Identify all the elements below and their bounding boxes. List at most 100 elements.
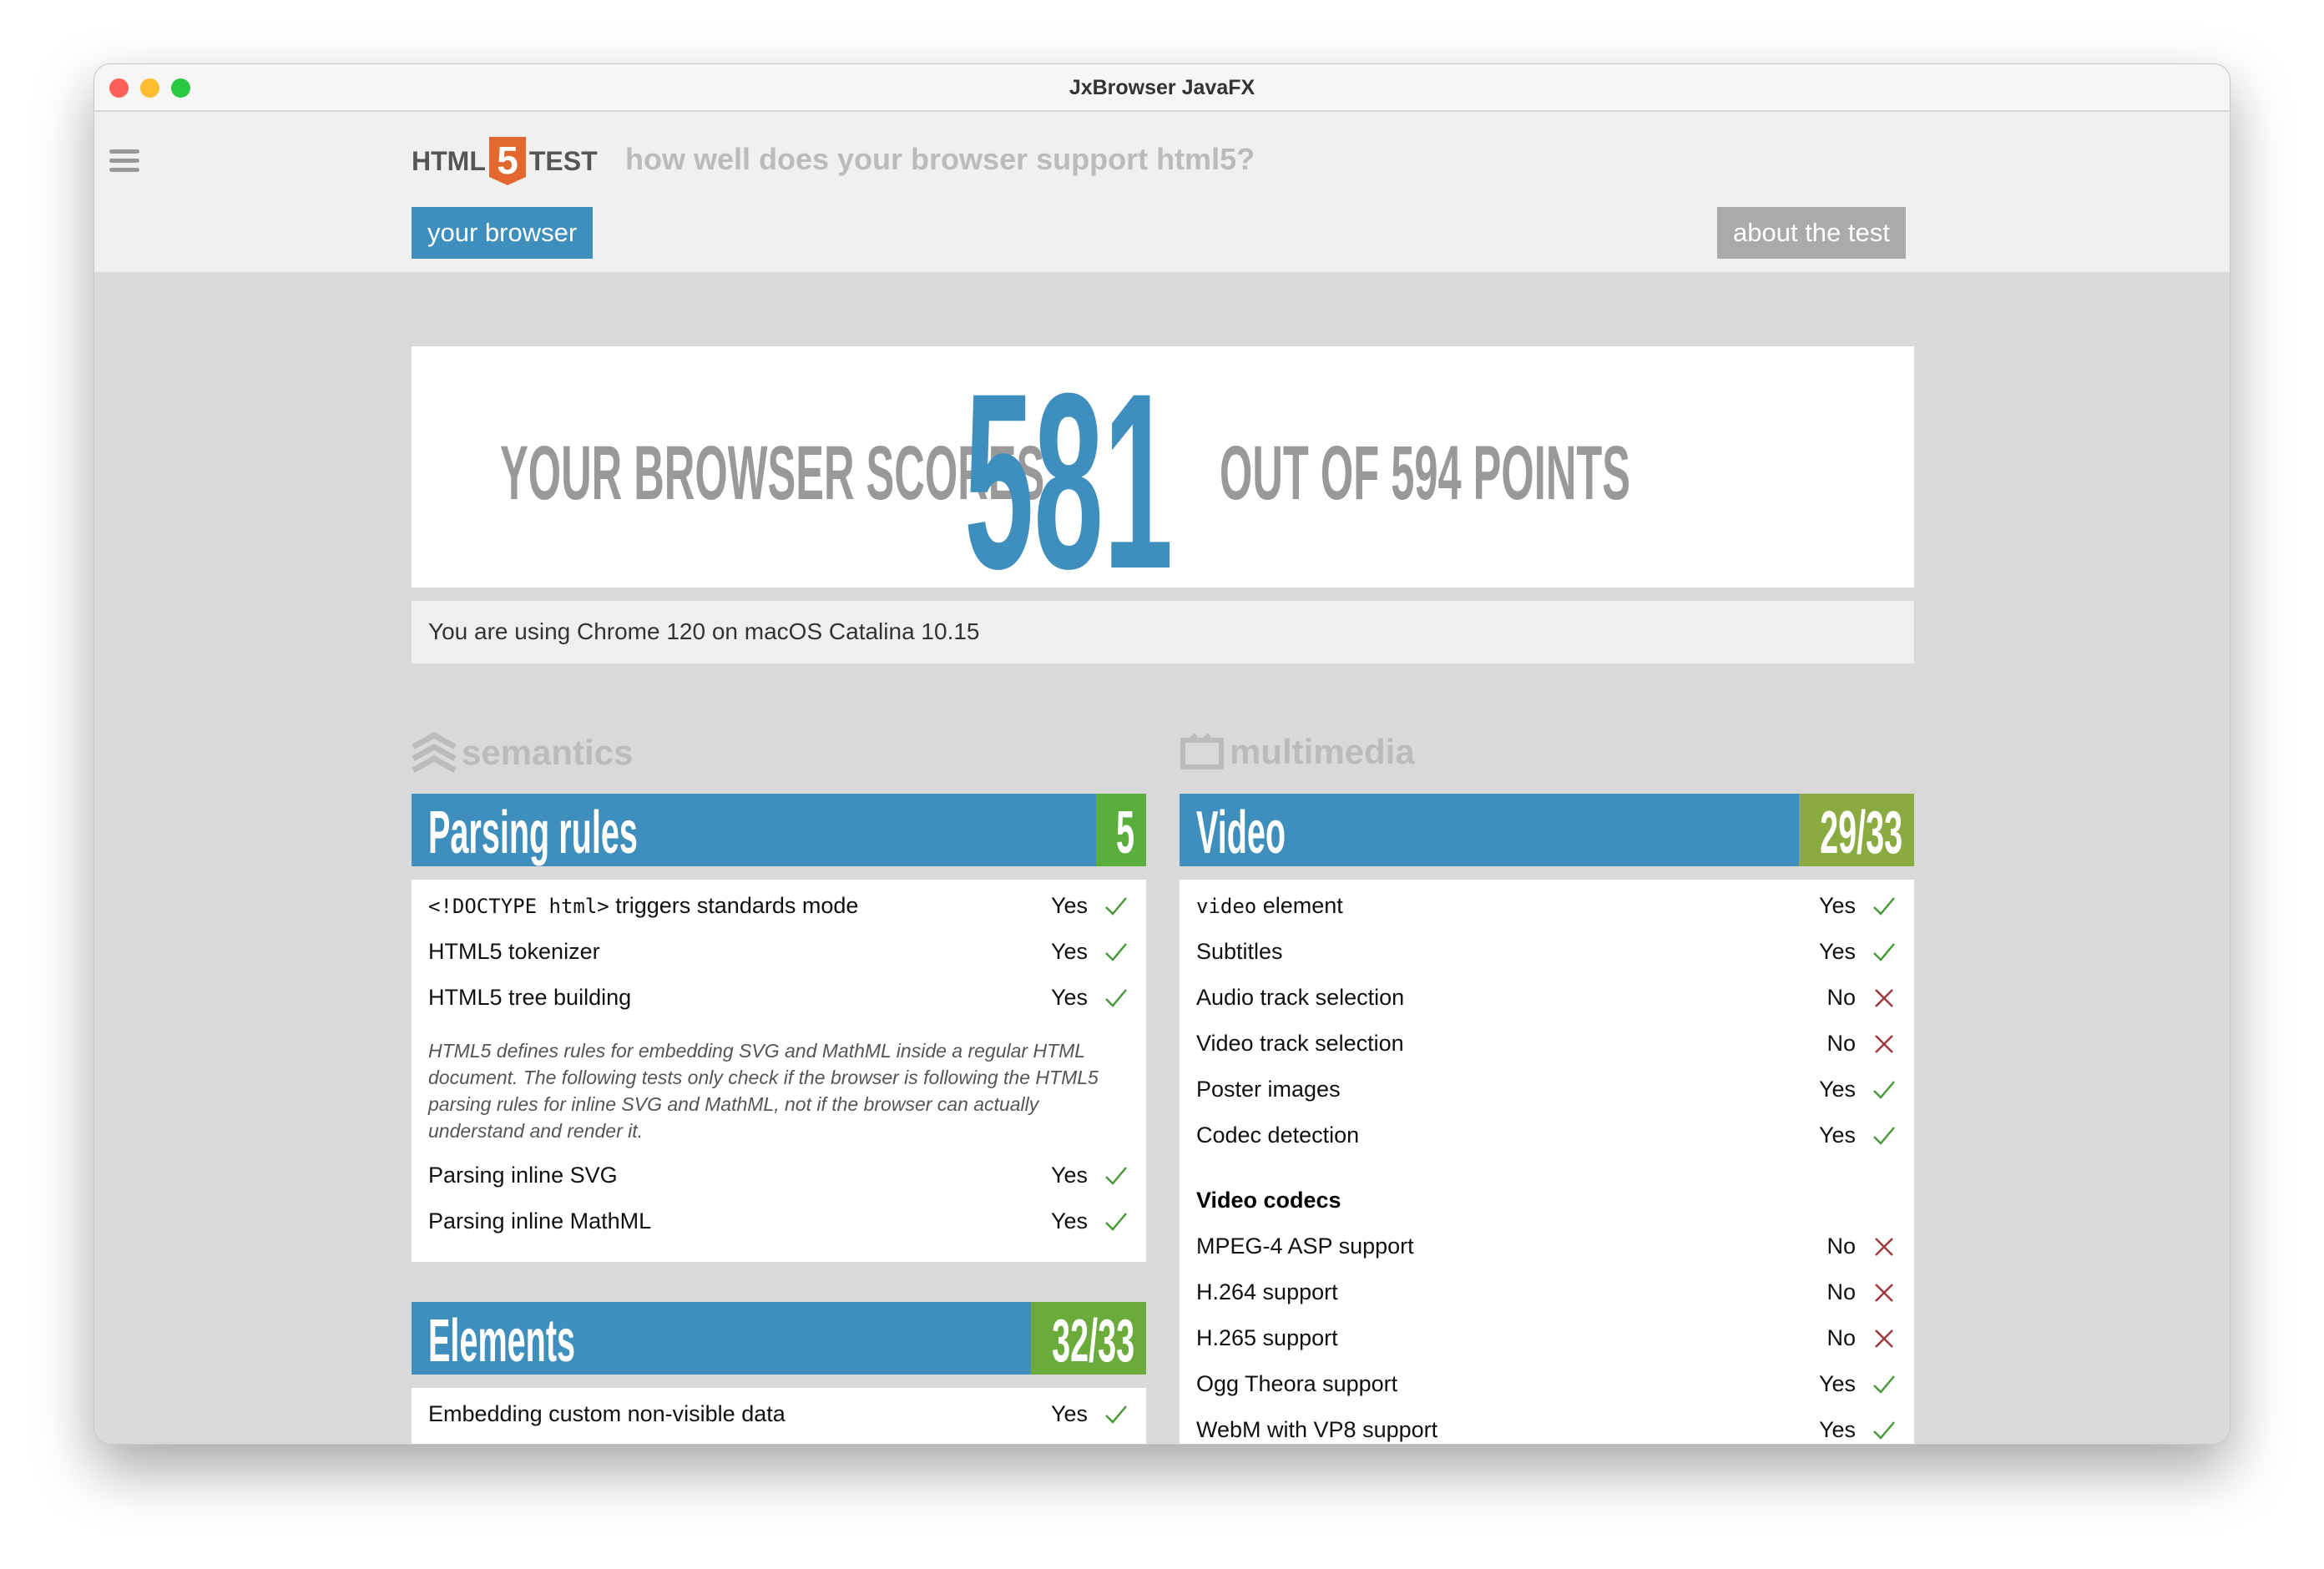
test-row: Parsing inline SVG Yes xyxy=(412,1153,1146,1198)
test-row: <!DOCTYPE html> triggers standards mode Y… xyxy=(412,883,1146,929)
test-label: Ogg Theora support xyxy=(1196,1371,1398,1396)
test-result: Yes xyxy=(1050,1401,1088,1426)
test-row: H.264 support No xyxy=(1180,1269,1914,1315)
test-result: Yes xyxy=(1818,1417,1856,1442)
test-result: Yes xyxy=(1050,1208,1088,1234)
test-label: MPEG-4 ASP support xyxy=(1196,1234,1414,1259)
check-icon xyxy=(1105,1405,1127,1424)
test-row: Poster images Yes xyxy=(1180,1067,1914,1112)
code-label: video xyxy=(1196,895,1257,918)
elements-list: Embedding custom non-visible data Yes xyxy=(412,1388,1146,1444)
check-icon xyxy=(1873,1081,1895,1099)
test-result: Yes xyxy=(1818,1123,1856,1148)
film-icon xyxy=(1180,734,1224,769)
test-row: video element Yes xyxy=(1180,883,1914,929)
test-label: Codec detection xyxy=(1196,1123,1360,1148)
score-text: 5 xyxy=(1115,800,1134,866)
window-title: JxBrowser JavaFX xyxy=(1069,76,1255,99)
test-label: Subtitles xyxy=(1196,939,1283,964)
cross-icon xyxy=(1875,1284,1893,1302)
test-label: H.265 support xyxy=(1196,1325,1338,1350)
test-label: HTML5 tree building xyxy=(428,985,632,1010)
section-video: Video 29/33 xyxy=(1180,794,1914,866)
test-row: HTML5 tokenizer Yes xyxy=(412,929,1146,975)
test-result: Yes xyxy=(1050,939,1088,964)
test-row: Codec detection Yes xyxy=(1180,1112,1914,1158)
browser-window: JxBrowser JavaFX HTML 5 TEST how well do… xyxy=(93,63,2231,1445)
semantics-chevrons-icon xyxy=(412,732,457,774)
test-result: No xyxy=(1826,1325,1856,1350)
html5-shield-icon: 5 xyxy=(488,137,526,185)
section-parsing-rules: Parsing rules 5 xyxy=(412,794,1146,866)
about-test-tab[interactable]: about the test xyxy=(1717,207,1906,259)
test-label: element xyxy=(1256,893,1343,918)
score-prefix: YOUR BROWSER SCORES xyxy=(500,431,1045,516)
cross-icon xyxy=(1875,1035,1893,1053)
check-icon xyxy=(1873,1127,1895,1145)
score-text: 32/33 xyxy=(1051,1308,1134,1375)
test-result: Yes xyxy=(1818,1371,1856,1396)
title-bar: JxBrowser JavaFX xyxy=(94,64,2230,112)
category-semantics: semantics xyxy=(412,732,633,774)
section-title: Video xyxy=(1196,800,1286,866)
html5test-logo[interactable]: HTML 5 TEST xyxy=(412,137,598,185)
cross-icon xyxy=(1875,1329,1893,1348)
video-list: video element Yes Subtitles Yes Audio track … xyxy=(1180,880,1914,1444)
code-label: <!DOCTYPE html> xyxy=(428,895,609,918)
test-label: Poster images xyxy=(1196,1077,1341,1102)
test-row: MPEG-4 ASP support No xyxy=(1180,1223,1914,1269)
category-label: semantics xyxy=(462,733,634,772)
section-score: 29/33 xyxy=(1799,794,1914,866)
test-result: No xyxy=(1826,1279,1856,1304)
check-icon xyxy=(1105,989,1127,1007)
subsection-heading: Video codecs xyxy=(1196,1188,1341,1213)
test-result: Yes xyxy=(1818,939,1856,964)
check-icon xyxy=(1873,943,1895,961)
check-icon xyxy=(1105,1213,1127,1231)
test-result: No xyxy=(1826,1234,1856,1259)
check-icon xyxy=(1105,897,1127,916)
test-result: Yes xyxy=(1050,893,1088,918)
score-text: 29/33 xyxy=(1819,800,1902,866)
section-title: Elements xyxy=(428,1308,576,1375)
test-row: Audio track selection No xyxy=(1180,975,1914,1021)
test-label: WebM with VP8 support xyxy=(1196,1417,1438,1442)
section-score: 32/33 xyxy=(1031,1302,1146,1375)
test-row: Video track selection No xyxy=(1180,1021,1914,1067)
test-label: H.264 support xyxy=(1196,1279,1338,1304)
test-result: No xyxy=(1826,1031,1856,1056)
test-label: Embedding custom non-visible data xyxy=(428,1401,786,1426)
your-browser-tab[interactable]: your browser xyxy=(412,207,594,259)
test-row: Parsing inline MathML Yes xyxy=(412,1198,1146,1244)
test-label: Parsing inline SVG xyxy=(428,1163,618,1188)
test-result: No xyxy=(1826,985,1856,1010)
logo-html: HTML xyxy=(412,145,486,176)
test-row: Embedding custom non-visible data Yes xyxy=(412,1391,1146,1437)
test-label: triggers standards mode xyxy=(609,893,859,918)
browser-info: You are using Chrome 120 on macOS Catali… xyxy=(412,601,1914,663)
check-icon xyxy=(1105,943,1127,961)
parsing-rules-list: <!DOCTYPE html> triggers standards mode Y… xyxy=(412,880,1146,1262)
test-label: HTML5 tokenizer xyxy=(428,939,600,964)
check-icon xyxy=(1873,1421,1895,1440)
test-result: Yes xyxy=(1818,1077,1856,1102)
test-label: Parsing inline MathML xyxy=(428,1208,652,1234)
score-panel: YOUR BROWSER SCORES 581 OUT OF 594 POINT… xyxy=(412,341,1914,621)
section-note: HTML5 defines rules for embedding SVG an… xyxy=(428,1040,1099,1142)
test-result: Yes xyxy=(1050,1163,1088,1188)
score-value: 581 xyxy=(964,341,1174,621)
check-icon xyxy=(1105,1167,1127,1185)
logo-test: TEST xyxy=(528,145,598,176)
cross-icon xyxy=(1875,989,1893,1007)
site-header: HTML 5 TEST how well does your browser s… xyxy=(94,112,2230,272)
test-label: Video track selection xyxy=(1196,1031,1404,1056)
test-label: Audio track selection xyxy=(1196,985,1405,1010)
svg-text:5: 5 xyxy=(497,139,518,182)
score-suffix: OUT OF 594 POINTS xyxy=(1220,431,1631,516)
test-row: Subtitles Yes xyxy=(1180,929,1914,975)
test-row: Ogg Theora support Yes xyxy=(1180,1361,1914,1407)
test-row: WebM with VP8 support Yes xyxy=(1180,1407,1914,1444)
test-result: Yes xyxy=(1818,893,1856,918)
section-elements: Elements 32/33 xyxy=(412,1302,1146,1375)
hamburger-menu-icon[interactable] xyxy=(109,149,139,177)
